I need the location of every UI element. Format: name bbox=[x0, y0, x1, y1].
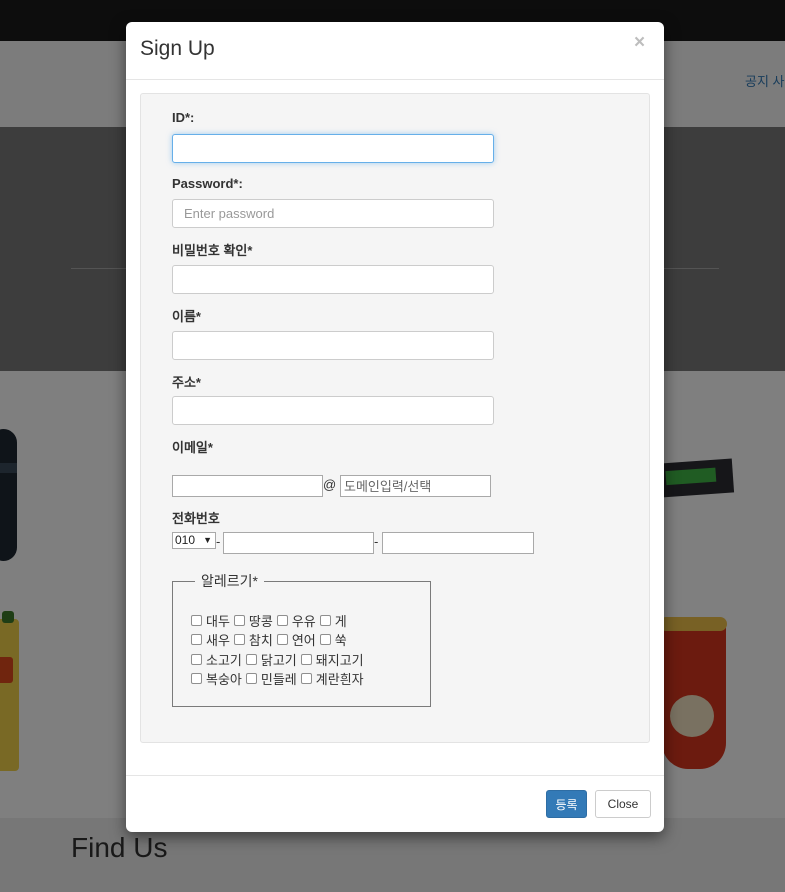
allergy-option[interactable]: 돼지고기 bbox=[300, 650, 364, 669]
close-button[interactable]: Close bbox=[595, 790, 651, 818]
allergy-checkbox[interactable] bbox=[233, 633, 245, 645]
submit-button[interactable]: 등록 bbox=[546, 790, 587, 818]
allergy-checkbox[interactable] bbox=[300, 672, 312, 684]
allergy-checkbox[interactable] bbox=[191, 633, 202, 645]
allergy-checkbox[interactable] bbox=[245, 672, 257, 684]
modal-header: Sign Up × bbox=[126, 22, 664, 80]
allergy-checkbox[interactable] bbox=[191, 614, 202, 626]
allergy-checkbox[interactable] bbox=[191, 672, 202, 684]
allergy-checkbox[interactable] bbox=[191, 653, 202, 665]
allergy-label: 우유 bbox=[291, 613, 316, 629]
close-icon[interactable]: × bbox=[634, 32, 645, 54]
allergy-row: 대두 땅콩 우유 게 bbox=[191, 611, 351, 630]
allergy-label: 땅콩 bbox=[248, 613, 273, 629]
address-label: 주소* bbox=[172, 375, 201, 390]
allergy-label: 연어 bbox=[291, 632, 316, 648]
allergy-option[interactable]: 우유 bbox=[276, 611, 316, 630]
signup-form: ID*: Password*: 비밀번호 확인* 이름* 주소* 이메일* @ … bbox=[140, 93, 650, 743]
address-input[interactable] bbox=[172, 396, 494, 425]
allergy-option[interactable]: 소고기 bbox=[191, 650, 242, 669]
allergy-fieldset: 알레르기* 대두 땅콩 우유 게새우 참치 연어 쑥소고기 닭고기 돼지고기복숭아 민들레 계란흰자 bbox=[172, 571, 431, 707]
allergy-label: 소고기 bbox=[206, 652, 242, 668]
allergy-option[interactable]: 민들레 bbox=[245, 669, 297, 688]
allergy-option[interactable]: 땅콩 bbox=[233, 611, 273, 630]
allergy-label: 계란흰자 bbox=[315, 671, 364, 687]
allergy-checkbox[interactable] bbox=[233, 614, 245, 626]
allergy-option[interactable]: 계란흰자 bbox=[300, 669, 364, 688]
email-domain-input[interactable] bbox=[340, 475, 491, 497]
email-user-input[interactable] bbox=[172, 475, 323, 497]
password-input[interactable] bbox=[172, 199, 494, 228]
allergy-checkbox[interactable] bbox=[245, 653, 257, 665]
phone-prefix-value: 010 bbox=[175, 533, 196, 547]
allergy-legend: 알레르기* bbox=[195, 571, 264, 591]
password-label: Password*: bbox=[172, 176, 243, 191]
allergy-option[interactable]: 쑥 bbox=[319, 630, 347, 649]
email-at-sign: @ bbox=[323, 477, 337, 492]
signup-modal: Sign Up × ID*: Password*: 비밀번호 확인* 이름* 주… bbox=[126, 22, 664, 832]
id-label: ID*: bbox=[172, 110, 195, 125]
allergy-option[interactable]: 연어 bbox=[276, 630, 316, 649]
allergy-label: 복숭아 bbox=[206, 671, 242, 687]
password-confirm-input[interactable] bbox=[172, 265, 494, 294]
allergy-option[interactable]: 게 bbox=[319, 611, 347, 630]
phone-dash-1: - bbox=[216, 534, 221, 549]
allergy-label: 대두 bbox=[206, 613, 230, 629]
name-input[interactable] bbox=[172, 331, 494, 360]
name-label: 이름* bbox=[172, 309, 201, 324]
modal-footer: 등록 Close bbox=[126, 775, 664, 833]
allergy-checkbox[interactable] bbox=[276, 614, 288, 626]
phone-label: 전화번호 bbox=[172, 511, 220, 526]
allergy-label: 게 bbox=[334, 613, 347, 629]
allergy-checkbox[interactable] bbox=[276, 633, 288, 645]
allergy-label: 쑥 bbox=[334, 632, 347, 648]
allergy-row: 복숭아 민들레 계란흰자 bbox=[191, 669, 368, 688]
allergy-checkbox[interactable] bbox=[319, 633, 331, 645]
allergy-option[interactable]: 대두 bbox=[191, 611, 230, 630]
allergy-option[interactable]: 닭고기 bbox=[245, 650, 297, 669]
email-label: 이메일* bbox=[172, 440, 213, 455]
allergy-label: 새우 bbox=[206, 632, 230, 648]
phone-middle-input[interactable] bbox=[223, 532, 374, 554]
allergy-checkbox[interactable] bbox=[319, 614, 331, 626]
phone-prefix-select[interactable]: 010 ▼ bbox=[172, 532, 216, 549]
phone-last-input[interactable] bbox=[382, 532, 534, 554]
allergy-label: 참치 bbox=[248, 632, 273, 648]
allergy-row: 소고기 닭고기 돼지고기 bbox=[191, 650, 368, 669]
phone-dash-2: - bbox=[374, 534, 379, 549]
allergy-option[interactable]: 새우 bbox=[191, 630, 230, 649]
allergy-option[interactable]: 복숭아 bbox=[191, 669, 242, 688]
modal-title: Sign Up bbox=[140, 37, 215, 60]
allergy-label: 닭고기 bbox=[260, 652, 297, 668]
allergy-checkbox[interactable] bbox=[300, 653, 312, 665]
chevron-down-icon: ▼ bbox=[203, 535, 212, 545]
allergy-option[interactable]: 참치 bbox=[233, 630, 273, 649]
allergy-label: 민들레 bbox=[260, 671, 297, 687]
id-input[interactable] bbox=[172, 134, 494, 163]
allergy-label: 돼지고기 bbox=[315, 652, 364, 668]
password-confirm-label: 비밀번호 확인* bbox=[172, 243, 253, 258]
allergy-row: 새우 참치 연어 쑥 bbox=[191, 630, 351, 649]
